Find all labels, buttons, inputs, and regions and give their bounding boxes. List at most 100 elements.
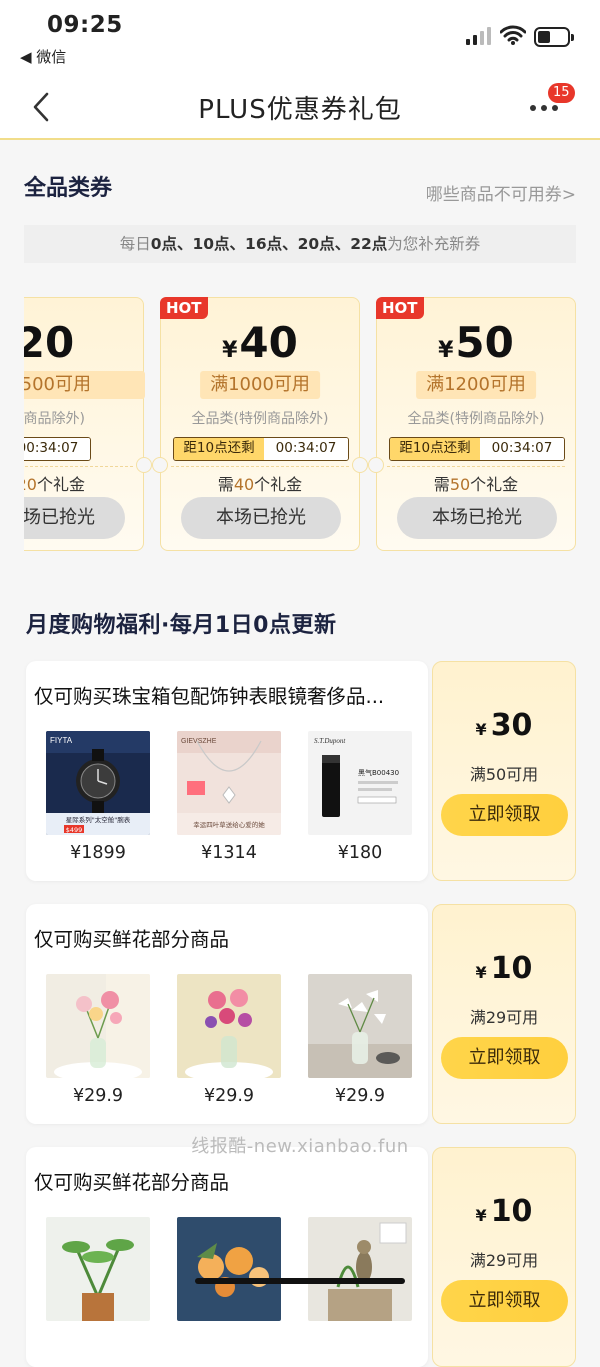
coupon-condition: 满1200可用 — [416, 371, 536, 399]
unusable-products-link[interactable]: 哪些商品不可用券> — [426, 180, 576, 205]
back-to-wechat-link[interactable]: ◀ 微信 — [20, 46, 66, 67]
product-price: ¥1899 — [70, 843, 126, 863]
hot-badge: HOT — [376, 297, 424, 319]
offer-title: 仅可购买珠宝箱包配饰钟表眼镜奢侈品... — [34, 685, 385, 708]
offer-products[interactable]: 仅可购买鲜花部分商品 — [26, 1147, 428, 1367]
product-item[interactable]: ¥29.9 — [46, 974, 150, 1106]
offer-coupon: ¥10 满29可用 立即领取 — [432, 904, 576, 1124]
coupon-scope: 特例商品除外) — [24, 411, 85, 427]
product-item[interactable]: GIEVSZHE 幸运四叶草送给心爱的她 ¥1314 — [177, 731, 281, 863]
need-post: 个礼金 — [36, 475, 85, 494]
product-item[interactable] — [177, 1217, 281, 1329]
coupon-timer: 剩 00:34:07 — [24, 437, 91, 461]
sold-out-button[interactable]: 场已抢光 — [24, 497, 125, 539]
section-title-all-categories: 全品类券 — [24, 176, 113, 201]
claim-button[interactable]: 立即领取 — [441, 1280, 568, 1322]
need-value: 50 — [449, 475, 471, 494]
refill-post: 为您补充新券 — [387, 235, 481, 253]
home-indicator[interactable] — [195, 1278, 405, 1284]
product-image-flowers — [177, 1217, 281, 1321]
coupon-scope: 全品类(特例商品除外) — [191, 411, 329, 427]
need-post: 个礼金 — [254, 475, 303, 494]
sold-out-button[interactable]: 本场已抢光 — [397, 497, 557, 539]
product-item[interactable] — [46, 1217, 150, 1329]
sold-out-button[interactable]: 本场已抢光 — [181, 497, 341, 539]
offer-amount: ¥10 — [475, 1194, 533, 1229]
divider — [171, 466, 349, 467]
divider — [387, 466, 565, 467]
product-price: ¥29.9 — [203, 1086, 255, 1106]
need-value: 20 — [24, 475, 37, 494]
coupon-requirement: 需40个礼金 — [161, 471, 359, 495]
offer-condition: 满29可用 — [469, 1251, 539, 1270]
offer-coupon: ¥30 满50可用 立即领取 — [432, 661, 576, 881]
product-image-flowers — [177, 974, 281, 1078]
notification-badge: 15 — [548, 83, 575, 103]
timer-label: 距10点还剩 — [390, 438, 480, 460]
nav-bar: PLUS优惠券礼包 15 — [0, 76, 600, 140]
need-pre: 需 — [217, 475, 234, 494]
claim-button[interactable]: 立即领取 — [441, 1037, 568, 1079]
offer-title: 仅可购买鲜花部分商品 — [34, 928, 230, 951]
refill-notice: 每日0点、10点、16点、20点、22点为您补充新券 — [24, 225, 576, 263]
product-item[interactable]: S.T.Dupont 黑气B00430 ¥180 — [308, 731, 412, 863]
coupon-amount: ¥40 — [222, 318, 298, 367]
coupon-requirement: 20个礼金 — [24, 471, 85, 495]
product-image-necklace: GIEVSZHE 幸运四叶草送给心爱的她 — [177, 731, 281, 835]
product-price: ¥29.9 — [72, 1086, 124, 1106]
product-price: ¥29.9 — [334, 1086, 386, 1106]
countdown: 00:34:07 — [24, 438, 90, 460]
offer-condition: 满29可用 — [469, 1008, 539, 1027]
product-image-flowers — [46, 974, 150, 1078]
offer-condition: 满50可用 — [469, 765, 539, 784]
product-price: ¥1314 — [201, 843, 257, 863]
product-item[interactable]: ¥29.9 — [177, 974, 281, 1106]
cellular-signal-icon — [466, 27, 491, 45]
product-price: ¥180 — [337, 843, 383, 863]
coupon-requirement: 需50个礼金 — [377, 471, 575, 495]
refill-times: 0点、10点、16点、20点、22点 — [150, 235, 388, 253]
watermark: 线报酷-new.xianbao.fun — [191, 1136, 409, 1157]
offer-products[interactable]: 仅可购买鲜花部分商品 ¥29.9 ¥29.9 ¥29.9 — [26, 904, 428, 1124]
name-text: 黑气B00430 — [358, 768, 399, 777]
product-image-plant — [308, 1217, 412, 1321]
battery-icon — [534, 27, 574, 47]
product-item[interactable]: ¥29.9 — [308, 974, 412, 1106]
coupon-card: 20 500可用 特例商品除外) 剩 00:34:07 20个礼金 场已抢光 — [24, 297, 152, 551]
coupon-card: HOT ¥40 满1000可用 全品类(特例商品除外) 距10点还剩 00:34… — [152, 297, 368, 551]
need-post: 个礼金 — [470, 475, 519, 494]
product-item[interactable]: FIYTA 星际系列"太空舱"腕表 $499 ¥1899 — [46, 731, 150, 863]
claim-button[interactable]: 立即领取 — [441, 794, 568, 836]
product-image-plant — [46, 1217, 150, 1321]
brand-text: FIYTA — [50, 736, 73, 745]
price-tag-text: $499 — [66, 826, 83, 834]
status-bar: 09:25 ◀ 微信 — [0, 0, 600, 76]
need-pre: 需 — [433, 475, 450, 494]
product-image-lighter: S.T.Dupont 黑气B00430 — [308, 731, 412, 835]
coupon-card: HOT ¥50 满1200可用 全品类(特例商品除外) 距10点还剩 00:34… — [368, 297, 576, 551]
page-title: PLUS优惠券礼包 — [198, 95, 402, 125]
status-time: 09:25 — [47, 12, 123, 38]
coupon-scope: 全品类(特例商品除外) — [407, 411, 545, 427]
product-item[interactable] — [308, 1217, 412, 1329]
coupon-amount: 20 — [24, 318, 75, 367]
product-image-lilies — [308, 974, 412, 1078]
divider — [24, 466, 133, 467]
offer-title: 仅可购买鲜花部分商品 — [34, 1171, 230, 1194]
offer-amount: ¥10 — [475, 951, 533, 986]
section-title-monthly: 月度购物福利·每月1日0点更新 — [26, 613, 337, 638]
coupon-carousel[interactable]: 20 500可用 特例商品除外) 剩 00:34:07 20个礼金 场已抢光 H… — [24, 297, 576, 553]
caption-text: 星际系列"太空舱"腕表 — [66, 815, 131, 824]
countdown: 00:34:07 — [264, 438, 348, 460]
countdown: 00:34:07 — [480, 438, 564, 460]
coupon-amount: ¥50 — [438, 318, 514, 367]
offer-products[interactable]: 仅可购买珠宝箱包配饰钟表眼镜奢侈品... FIYTA 星际系列"太空舱"腕表 $… — [26, 661, 428, 881]
wifi-icon — [500, 25, 526, 45]
coupon-condition: 满1000可用 — [200, 371, 320, 399]
brand-text: S.T.Dupont — [314, 737, 346, 745]
offer-coupon: ¥10 满29可用 立即领取 — [432, 1147, 576, 1367]
coupon-timer: 距10点还剩 00:34:07 — [173, 437, 349, 461]
coupon-condition: 500可用 — [24, 371, 145, 399]
caption-text: 幸运四叶草送给心爱的她 — [193, 820, 265, 829]
coupon-timer: 距10点还剩 00:34:07 — [389, 437, 565, 461]
